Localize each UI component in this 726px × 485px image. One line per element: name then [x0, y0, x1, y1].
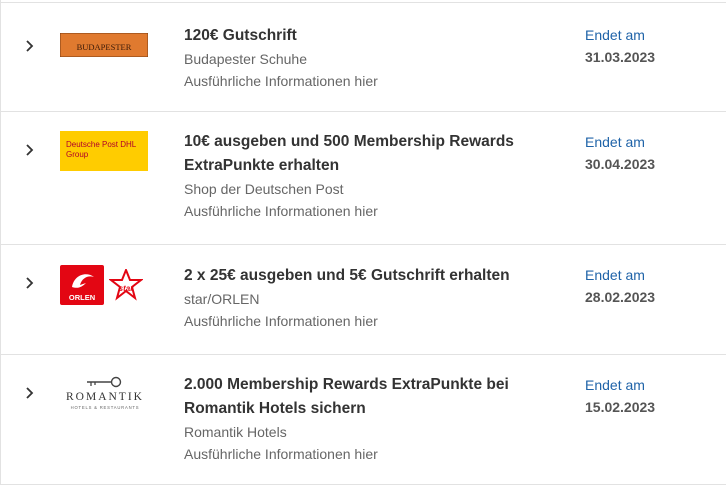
offer-ends-date: 15.02.2023 — [585, 399, 656, 415]
offer-merchant: Shop der Deutschen Post — [184, 181, 344, 197]
offer-ends-label: Endet am — [585, 134, 645, 150]
offer-title: 2 x 25€ ausgeben und 5€ Gutschrift erhal… — [184, 267, 510, 284]
chevron-right-icon[interactable] — [24, 144, 36, 156]
offer-ends-label: Endet am — [585, 27, 645, 43]
offer-row[interactable]: ORLEN star 2 x 25€ ausgeben und 5€ Gutsc… — [1, 245, 726, 355]
offer-row[interactable]: BUDAPESTER 120€ Gutschrift Budapester Sc… — [1, 2, 726, 112]
offer-merchant: Budapester Schuhe — [184, 51, 307, 67]
key-icon — [87, 376, 122, 388]
budapester-logo-text: BUDAPESTER — [77, 42, 132, 52]
offer-title: 120€ Gutschrift — [184, 27, 297, 44]
orlen-logo-text: ORLEN — [69, 293, 95, 302]
romantik-logo-subtext: HOTELS & RESTAURANTS — [71, 405, 140, 410]
offer-row[interactable]: Deutsche Post DHL Group 10€ ausgeben und… — [1, 112, 726, 245]
offer-row[interactable]: ROMANTIK HOTELS & RESTAURANTS 2.000 Memb… — [1, 355, 726, 485]
budapester-logo: BUDAPESTER — [60, 33, 148, 57]
offer-merchant: Romantik Hotels — [184, 424, 287, 440]
offer-info-link[interactable]: Ausführliche Informationen hier — [184, 310, 544, 332]
offer-ends-label: Endet am — [585, 377, 645, 393]
star-logo: star — [109, 269, 143, 301]
offer-title: 2.000 Membership Rewards ExtraPunkte bei… — [184, 376, 509, 417]
romantik-logo-text: ROMANTIK — [66, 391, 144, 403]
star-logo-text: star — [119, 284, 135, 293]
offer-ends-date: 28.02.2023 — [585, 289, 656, 305]
offer-info-link[interactable]: Ausführliche Informationen hier — [184, 443, 544, 465]
romantik-logo: ROMANTIK HOTELS & RESTAURANTS — [66, 376, 144, 410]
dhl-logo-text-2: Group — [66, 150, 89, 159]
offer-info-link[interactable]: Ausführliche Informationen hier — [184, 70, 544, 92]
chevron-right-icon[interactable] — [24, 277, 36, 289]
offer-list: BUDAPESTER 120€ Gutschrift Budapester Sc… — [0, 0, 726, 485]
offer-ends-date: 31.03.2023 — [585, 49, 656, 65]
deutsche-post-dhl-logo: Deutsche Post DHL Group — [60, 131, 148, 171]
offer-ends-date: 30.04.2023 — [585, 156, 656, 172]
offer-ends-label: Endet am — [585, 267, 645, 283]
orlen-logo: ORLEN — [60, 265, 104, 305]
chevron-right-icon[interactable] — [24, 40, 36, 52]
offer-info-link[interactable]: Ausführliche Informationen hier — [184, 200, 544, 222]
chevron-right-icon[interactable] — [24, 387, 36, 399]
offer-title: 10€ ausgeben und 500 Membership Rewards … — [184, 133, 514, 174]
offer-merchant: star/ORLEN — [184, 291, 260, 307]
dhl-logo-text-1: Deutsche Post DHL — [66, 140, 137, 149]
